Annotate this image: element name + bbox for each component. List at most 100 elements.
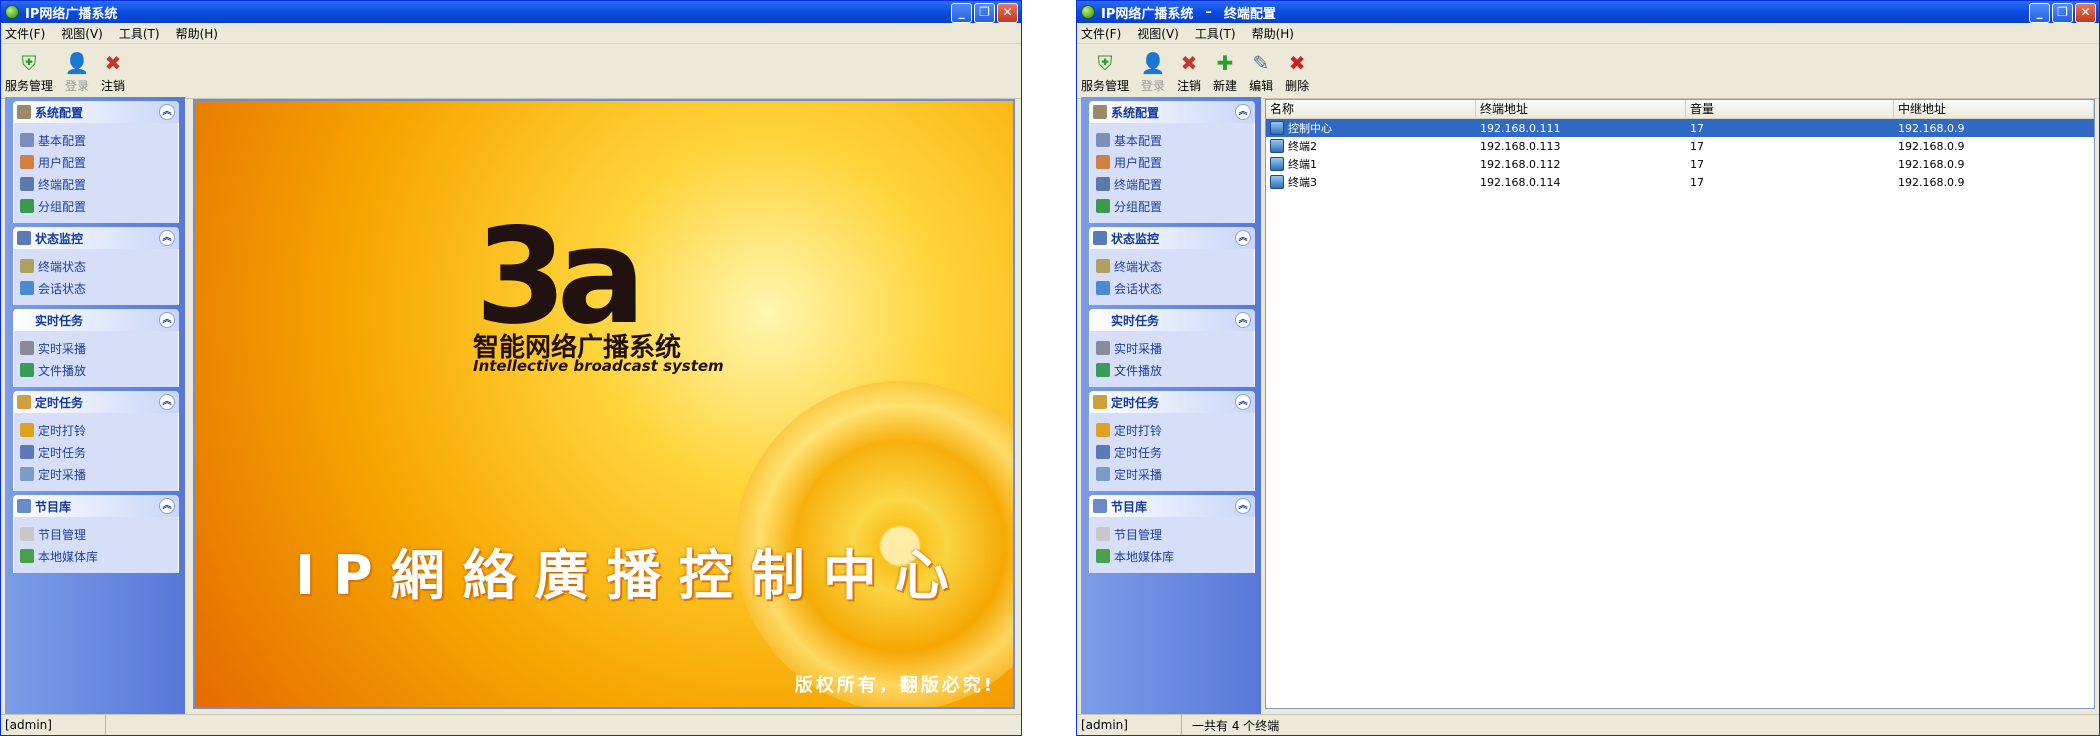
group-program-library: 节目库 ︽ 节目管理 本地媒体库 <box>13 495 179 573</box>
logo-3a: 3a <box>475 200 646 354</box>
column-header-relay[interactable]: 中继地址 <box>1894 100 2094 118</box>
menu-help[interactable]: 帮助(H) <box>1252 25 1294 42</box>
sidebar-item-terminal-config[interactable]: 终端配置 <box>1096 173 1250 195</box>
status-user: [admin] <box>1077 715 1182 735</box>
sidebar-item-realtime-capture[interactable]: 实时采播 <box>20 337 174 359</box>
sidebar-item-terminal-status[interactable]: 终端状态 <box>20 255 174 277</box>
sidebar-item-file-play[interactable]: 文件播放 <box>1096 359 1250 381</box>
minimize-button[interactable]: _ <box>951 3 972 23</box>
edit-button[interactable]: ✎ 编辑 <box>1249 51 1273 94</box>
new-button[interactable]: ✚ 新建 <box>1213 51 1237 94</box>
sidebar-item-basic-config[interactable]: 基本配置 <box>1096 129 1250 151</box>
group-header[interactable]: 实时任务 ︽ <box>13 309 179 331</box>
close-button[interactable]: ✕ <box>2075 3 2096 23</box>
menu-file[interactable]: 文件(F) <box>1081 25 1121 42</box>
sidebar-item-user-config[interactable]: 用户配置 <box>1096 151 1250 173</box>
sidebar-item-group-config[interactable]: 分组配置 <box>20 195 174 217</box>
login-button[interactable]: 👤 登录 <box>64 51 90 94</box>
group-icon <box>20 199 34 213</box>
title-separator: – <box>1205 4 1212 20</box>
sidebar-item-group-config[interactable]: 分组配置 <box>1096 195 1250 217</box>
menu-tools[interactable]: 工具(T) <box>1195 25 1236 42</box>
collapse-chevron-icon[interactable]: ︽ <box>159 394 175 410</box>
table-row[interactable]: 终端2 192.168.0.113 17 192.168.0.9 <box>1266 137 2094 155</box>
terminal-icon <box>1270 175 1284 189</box>
delete-button[interactable]: ✖ 删除 <box>1285 51 1309 94</box>
maximize-button[interactable]: ❐ <box>2052 3 2073 23</box>
sidebar-item-program-manage[interactable]: 节目管理 <box>1096 523 1250 545</box>
service-manage-button[interactable]: ⛨ 服务管理 <box>5 51 53 94</box>
collapse-chevron-icon[interactable]: ︽ <box>159 312 175 328</box>
column-header-name[interactable]: 名称 <box>1266 100 1476 118</box>
terminal-icon <box>1270 157 1284 171</box>
sidebar-item-scheduled-bell[interactable]: 定时打铃 <box>20 419 174 441</box>
logout-button[interactable]: ✖ 注销 <box>101 51 125 94</box>
collapse-chevron-icon[interactable]: ︽ <box>1235 230 1251 246</box>
sidebar-item-local-media[interactable]: 本地媒体库 <box>20 545 174 567</box>
service-manage-button[interactable]: ⛨ 服务管理 <box>1081 51 1129 94</box>
column-header-volume[interactable]: 音量 <box>1686 100 1894 118</box>
sidebar-item-local-media[interactable]: 本地媒体库 <box>1096 545 1250 567</box>
sidebar-item-program-manage[interactable]: 节目管理 <box>20 523 174 545</box>
menu-tools[interactable]: 工具(T) <box>119 25 160 42</box>
collapse-chevron-icon[interactable]: ︽ <box>1235 104 1251 120</box>
shield-icon: ⛨ <box>21 51 37 75</box>
menu-view[interactable]: 视图(V) <box>61 25 103 42</box>
table-row[interactable]: 控制中心 192.168.0.111 17 192.168.0.9 <box>1266 119 2094 137</box>
group-header[interactable]: 系统配置 ︽ <box>1089 101 1255 123</box>
close-button[interactable]: ✕ <box>997 3 1018 23</box>
alarm-icon <box>1096 423 1110 437</box>
sidebar-item-scheduled-capture[interactable]: 定时采播 <box>1096 463 1250 485</box>
sidebar-item-user-config[interactable]: 用户配置 <box>20 151 174 173</box>
library-icon <box>17 499 31 513</box>
user-icon: 👤 <box>64 51 90 75</box>
play-icon <box>1096 363 1110 377</box>
sidebar-item-realtime-capture[interactable]: 实时采播 <box>1096 337 1250 359</box>
splash-image: 3a 智能网络广播系统 Intellective broadcast syste… <box>193 99 1015 709</box>
maximize-button[interactable]: ❐ <box>974 3 995 23</box>
group-header[interactable]: 状态监控 ︽ <box>13 227 179 249</box>
logout-icon: ✖ <box>1180 51 1198 75</box>
column-header-address[interactable]: 终端地址 <box>1476 100 1686 118</box>
group-header[interactable]: 状态监控 ︽ <box>1089 227 1255 249</box>
minimize-button[interactable]: _ <box>2029 3 2050 23</box>
collapse-chevron-icon[interactable]: ︽ <box>159 498 175 514</box>
monitor-icon <box>17 231 31 245</box>
table-row[interactable]: 终端1 192.168.0.112 17 192.168.0.9 <box>1266 155 2094 173</box>
sidebar-item-scheduled-task[interactable]: 定时任务 <box>1096 441 1250 463</box>
sidebar-item-session-status[interactable]: 会话状态 <box>1096 277 1250 299</box>
disc-icon <box>20 527 34 541</box>
sidebar-item-scheduled-task[interactable]: 定时任务 <box>20 441 174 463</box>
group-header[interactable]: 定时任务 ︽ <box>13 391 179 413</box>
plus-icon: ✚ <box>1216 51 1234 75</box>
product-name-en: Intellective broadcast system <box>473 357 724 375</box>
login-button[interactable]: 👤 登录 <box>1141 51 1166 94</box>
group-header[interactable]: 系统配置 ︽ <box>13 101 179 123</box>
sidebar-item-terminal-status[interactable]: 终端状态 <box>1096 255 1250 277</box>
collapse-chevron-icon[interactable]: ︽ <box>159 230 175 246</box>
sidebar-item-scheduled-capture[interactable]: 定时采播 <box>20 463 174 485</box>
menu-file[interactable]: 文件(F) <box>5 25 45 42</box>
terminal-list[interactable]: 名称 终端地址 音量 中继地址 控制中心 192.168.0.111 17 19… <box>1265 99 2095 709</box>
sidebar-item-scheduled-bell[interactable]: 定时打铃 <box>1096 419 1250 441</box>
collapse-chevron-icon[interactable]: ︽ <box>159 104 175 120</box>
collapse-chevron-icon[interactable]: ︽ <box>1235 498 1251 514</box>
collapse-chevron-icon[interactable]: ︽ <box>1235 312 1251 328</box>
group-header[interactable]: 节目库 ︽ <box>13 495 179 517</box>
sidebar-item-basic-config[interactable]: 基本配置 <box>20 129 174 151</box>
menu-view[interactable]: 视图(V) <box>1137 25 1179 42</box>
collapse-chevron-icon[interactable]: ︽ <box>1235 394 1251 410</box>
title-bar[interactable]: IP网络广播系统 – 终端配置 _ ❐ ✕ <box>1077 1 2099 23</box>
group-header[interactable]: 实时任务 ︽ <box>1089 309 1255 331</box>
sidebar-item-terminal-config[interactable]: 终端配置 <box>20 173 174 195</box>
table-row[interactable]: 终端3 192.168.0.114 17 192.168.0.9 <box>1266 173 2094 191</box>
sidebar-item-file-play[interactable]: 文件播放 <box>20 359 174 381</box>
group-header[interactable]: 节目库 ︽ <box>1089 495 1255 517</box>
status-bar: [admin] <box>1 714 1021 735</box>
sidebar-item-session-status[interactable]: 会话状态 <box>20 277 174 299</box>
menu-help[interactable]: 帮助(H) <box>176 25 218 42</box>
group-header[interactable]: 定时任务 ︽ <box>1089 391 1255 413</box>
title-bar[interactable]: IP网络广播系统 _ ❐ ✕ <box>1 1 1021 23</box>
logout-button[interactable]: ✖ 注销 <box>1177 51 1201 94</box>
tools-icon <box>1093 105 1107 119</box>
